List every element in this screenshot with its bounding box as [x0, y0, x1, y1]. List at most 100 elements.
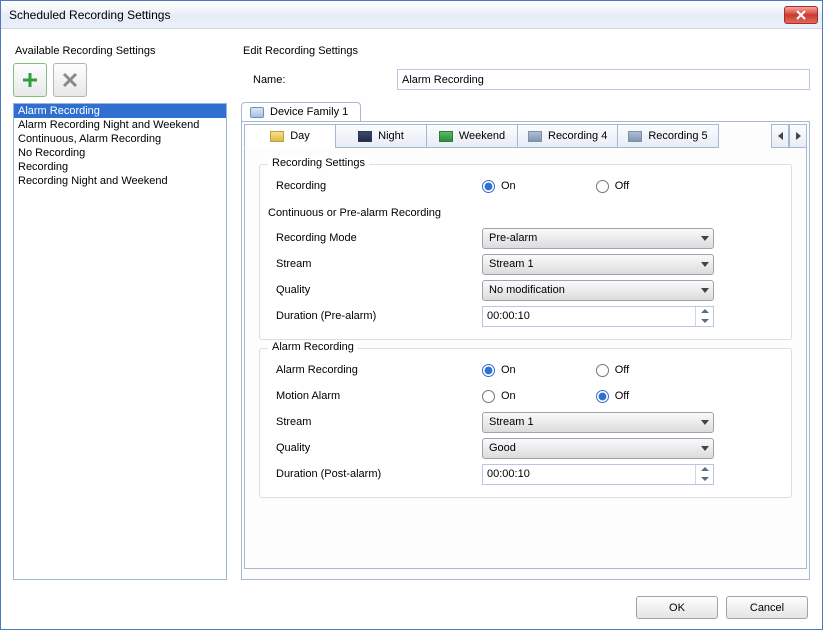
list-item[interactable]: Recording	[14, 160, 226, 174]
quality-label: Quality	[270, 284, 482, 296]
edit-area: Name: Device Family 1 Day Night Weekend Rec…	[241, 63, 810, 580]
alarm-recording-legend: Alarm Recording	[268, 341, 358, 353]
chevron-down-icon	[701, 446, 709, 451]
recording-off-radio[interactable]	[596, 180, 609, 193]
device-family-tab[interactable]: Device Family 1	[241, 102, 361, 121]
chevron-down-icon	[701, 420, 709, 425]
recording-off-option[interactable]: Off	[596, 180, 629, 193]
recording-tab[interactable]: Night	[335, 124, 427, 148]
recording-on-radio[interactable]	[482, 180, 495, 193]
settings-listbox[interactable]: Alarm RecordingAlarm Recording Night and…	[13, 103, 227, 580]
tab-icon	[628, 131, 642, 142]
recording-tab[interactable]: Recording 5	[617, 124, 718, 148]
motion-alarm-on-option[interactable]: On	[482, 390, 516, 403]
motion-alarm-off-radio[interactable]	[596, 390, 609, 403]
tab-label: Recording 4	[548, 130, 607, 142]
alarm-stream-select[interactable]: Stream 1	[482, 412, 714, 433]
motion-alarm-label: Motion Alarm	[270, 390, 482, 402]
chevron-down-icon	[701, 262, 709, 267]
chevron-right-icon	[796, 132, 801, 140]
delete-setting-button[interactable]	[53, 63, 87, 97]
tab-label: Recording 5	[648, 130, 707, 142]
recording-mode-select[interactable]: Pre-alarm	[482, 228, 714, 249]
name-row: Name:	[253, 69, 810, 90]
name-label: Name:	[253, 74, 397, 86]
left-column: Available Recording Settings Alarm Recor…	[13, 41, 227, 580]
tab-scroll-left[interactable]	[771, 124, 789, 148]
add-setting-button[interactable]	[13, 63, 47, 97]
quality-select[interactable]: No modification	[482, 280, 714, 301]
duration-prealarm-label: Duration (Pre-alarm)	[270, 310, 482, 322]
chevron-up-icon	[701, 467, 709, 471]
chevron-up-icon	[701, 309, 709, 313]
dialog-footer: OK Cancel	[1, 586, 822, 629]
recording-mode-label: Recording Mode	[270, 232, 482, 244]
right-column: Edit Recording Settings Name: Device Fam…	[241, 41, 810, 580]
tab-label: Night	[378, 130, 404, 142]
stream-select[interactable]: Stream 1	[482, 254, 714, 275]
tab-icon	[528, 131, 542, 142]
alarm-recording-off-option[interactable]: Off	[596, 364, 629, 377]
device-icon	[250, 107, 264, 118]
chevron-down-icon	[701, 288, 709, 293]
tab-label: Day	[290, 130, 310, 142]
recording-tabstrip: Day Night Weekend Recording 4 Recording 5	[244, 124, 807, 148]
recording-tab[interactable]: Weekend	[426, 124, 518, 148]
list-item[interactable]: Alarm Recording	[14, 104, 226, 118]
left-toolbar	[13, 63, 227, 97]
continuous-prealarm-legend: Continuous or Pre-alarm Recording	[268, 207, 781, 219]
plus-icon	[21, 71, 39, 89]
spin-up[interactable]	[696, 465, 713, 475]
device-panel: Day Night Weekend Recording 4 Recording 5 Re…	[241, 121, 810, 580]
tab-icon	[439, 131, 453, 142]
recording-label: Recording	[270, 180, 482, 192]
name-input[interactable]	[397, 69, 810, 90]
list-item[interactable]: No Recording	[14, 146, 226, 160]
cancel-button[interactable]: Cancel	[726, 596, 808, 619]
list-item[interactable]: Recording Night and Weekend	[14, 174, 226, 188]
chevron-left-icon	[778, 132, 783, 140]
alarm-quality-label: Quality	[270, 442, 482, 454]
client-area: Available Recording Settings Alarm Recor…	[1, 29, 822, 586]
motion-alarm-on-radio[interactable]	[482, 390, 495, 403]
tab-scroll-right[interactable]	[789, 124, 807, 148]
recording-on-option[interactable]: On	[482, 180, 516, 193]
alarm-recording-off-radio[interactable]	[596, 364, 609, 377]
spin-up[interactable]	[696, 307, 713, 317]
close-button[interactable]	[784, 6, 818, 24]
tab-icon	[358, 131, 372, 142]
stream-label: Stream	[270, 258, 482, 270]
dialog-window: Scheduled Recording Settings Available R…	[0, 0, 823, 630]
duration-prealarm-spinner[interactable]: 00:00:10	[482, 306, 714, 327]
chevron-down-icon	[701, 477, 709, 481]
recording-panel-body: Recording Settings Recording On Off Cont…	[244, 148, 807, 569]
alarm-recording-on-option[interactable]: On	[482, 364, 516, 377]
alarm-stream-label: Stream	[270, 416, 482, 428]
recording-tab[interactable]: Recording 4	[517, 124, 618, 148]
alarm-recording-on-radio[interactable]	[482, 364, 495, 377]
available-settings-heading: Available Recording Settings	[15, 45, 227, 57]
motion-alarm-off-option[interactable]: Off	[596, 390, 629, 403]
list-item[interactable]: Alarm Recording Night and Weekend	[14, 118, 226, 132]
edit-settings-heading: Edit Recording Settings	[243, 45, 810, 57]
tab-label: Weekend	[459, 130, 505, 142]
alarm-recording-group: Alarm Recording Alarm Recording On Off M…	[259, 348, 792, 498]
recording-radio-group: On Off	[482, 180, 629, 193]
alarm-recording-radio-group: On Off	[482, 364, 629, 377]
close-icon	[796, 10, 806, 20]
recording-tab[interactable]: Day	[244, 124, 336, 148]
titlebar: Scheduled Recording Settings	[1, 1, 822, 29]
device-family-tab-label: Device Family 1	[270, 106, 348, 118]
tab-icon	[270, 131, 284, 142]
recording-settings-group: Recording Settings Recording On Off Cont…	[259, 164, 792, 340]
list-item[interactable]: Continuous, Alarm Recording	[14, 132, 226, 146]
alarm-recording-label: Alarm Recording	[270, 364, 482, 376]
window-title: Scheduled Recording Settings	[9, 8, 170, 22]
spin-down[interactable]	[696, 316, 713, 326]
chevron-down-icon	[701, 236, 709, 241]
alarm-quality-select[interactable]: Good	[482, 438, 714, 459]
ok-button[interactable]: OK	[636, 596, 718, 619]
spin-down[interactable]	[696, 474, 713, 484]
motion-alarm-radio-group: On Off	[482, 390, 629, 403]
duration-postalarm-spinner[interactable]: 00:00:10	[482, 464, 714, 485]
